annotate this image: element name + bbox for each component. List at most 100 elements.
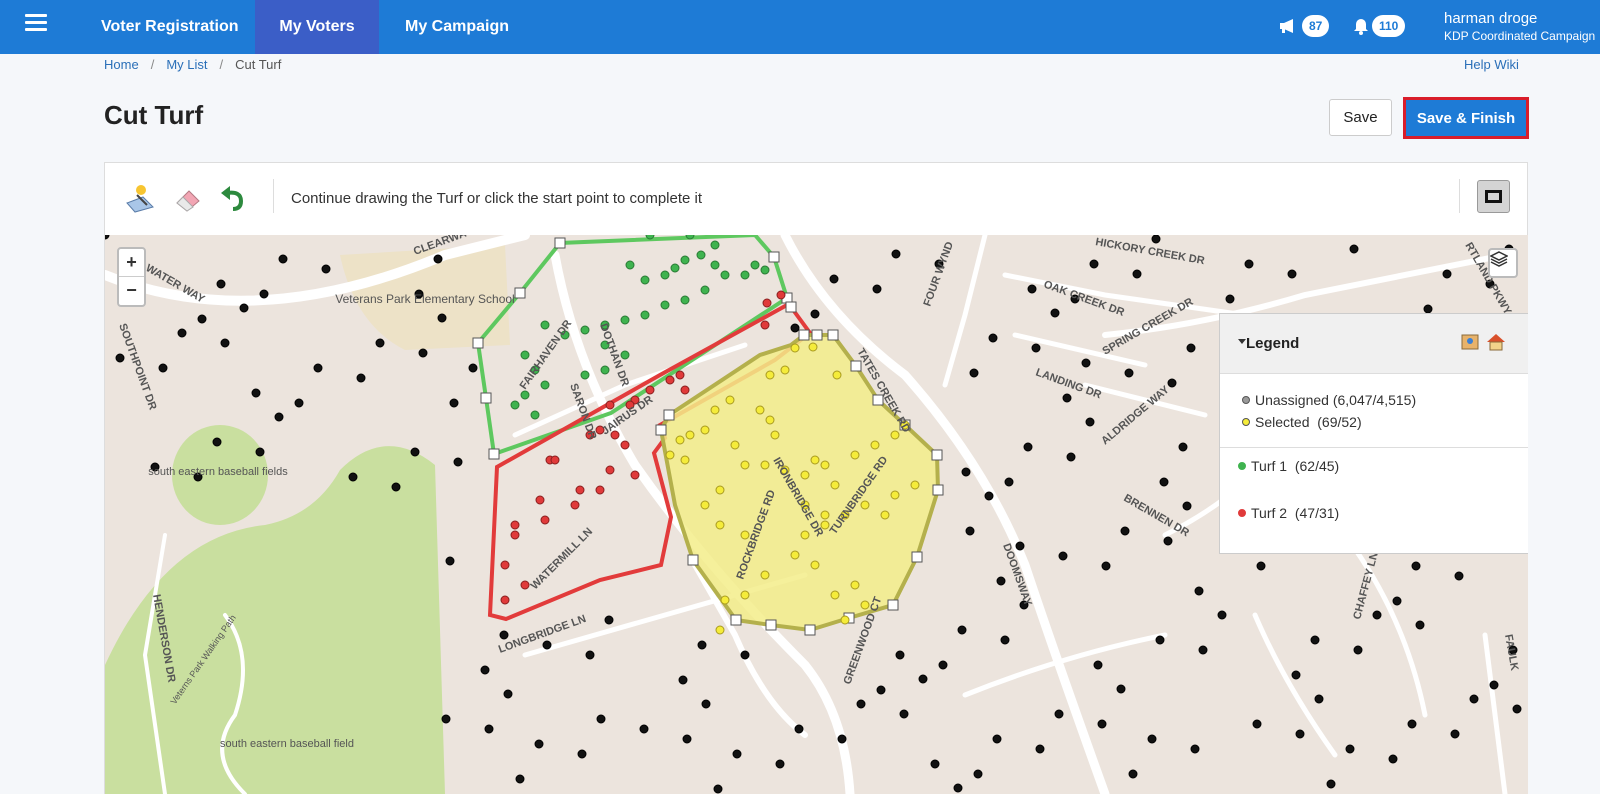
voter-marker[interactable]: [682, 734, 692, 744]
voter-marker[interactable]: [1163, 536, 1173, 546]
voter-marker[interactable]: [1004, 477, 1014, 487]
voter-marker[interactable]: [1423, 304, 1433, 314]
voter-marker[interactable]: [540, 320, 550, 330]
voter-marker[interactable]: [1489, 680, 1499, 690]
voter-marker[interactable]: [730, 440, 740, 450]
voter-marker[interactable]: [715, 485, 725, 495]
voter-marker[interactable]: [1050, 308, 1060, 318]
voter-marker[interactable]: [830, 590, 840, 600]
legend-item-selected[interactable]: Selected (69/52): [1242, 414, 1362, 430]
voter-marker[interactable]: [1372, 610, 1382, 620]
voter-marker[interactable]: [850, 580, 860, 590]
turf-vertex-handle[interactable]: [514, 287, 526, 299]
voter-marker[interactable]: [1015, 541, 1025, 551]
voter-marker[interactable]: [685, 430, 695, 440]
voter-marker[interactable]: [740, 650, 750, 660]
voter-marker[interactable]: [580, 325, 590, 335]
voter-marker[interactable]: [1035, 744, 1045, 754]
voter-marker[interactable]: [740, 590, 750, 600]
voter-marker[interactable]: [800, 530, 810, 540]
voter-marker[interactable]: [918, 674, 928, 684]
voter-marker[interactable]: [969, 368, 979, 378]
voter-marker[interactable]: [1349, 244, 1359, 254]
voter-marker[interactable]: [720, 270, 730, 280]
voter-marker[interactable]: [670, 263, 680, 273]
voter-marker[interactable]: [891, 249, 901, 259]
voter-marker[interactable]: [1326, 779, 1336, 789]
voter-marker[interactable]: [1186, 343, 1196, 353]
voter-marker[interactable]: [468, 363, 478, 373]
voter-marker[interactable]: [1194, 586, 1204, 596]
voter-marker[interactable]: [1291, 670, 1301, 680]
voter-marker[interactable]: [1116, 684, 1126, 694]
eraser-icon[interactable]: [171, 181, 205, 215]
turf-vertex-handle[interactable]: [798, 329, 810, 341]
voter-marker[interactable]: [510, 520, 520, 530]
voter-marker[interactable]: [713, 784, 723, 794]
voter-marker[interactable]: [988, 333, 998, 343]
nav-my-voters[interactable]: My Voters: [255, 0, 379, 54]
voter-marker[interactable]: [313, 363, 323, 373]
voter-marker[interactable]: [278, 254, 288, 264]
voter-marker[interactable]: [996, 576, 1006, 586]
voter-marker[interactable]: [1147, 734, 1157, 744]
zoom-out-button[interactable]: −: [119, 277, 144, 305]
turf-vertex-handle[interactable]: [887, 599, 899, 611]
turf-vertex-handle[interactable]: [911, 551, 923, 563]
voter-marker[interactable]: [441, 714, 451, 724]
voter-marker[interactable]: [840, 615, 850, 625]
help-wiki-link[interactable]: Help Wiki: [1464, 57, 1519, 72]
voter-marker[interactable]: [790, 323, 800, 333]
voter-marker[interactable]: [453, 457, 463, 467]
voter-marker[interactable]: [780, 365, 790, 375]
voter-marker[interactable]: [480, 665, 490, 675]
voter-marker[interactable]: [765, 370, 775, 380]
voter-marker[interactable]: [750, 260, 760, 270]
voter-marker[interactable]: [1089, 259, 1099, 269]
voter-marker[interactable]: [740, 270, 750, 280]
turf-vertex-handle[interactable]: [804, 624, 816, 636]
user-menu[interactable]: harman droge KDP Coordinated Campaign: [1444, 10, 1595, 43]
voter-marker[interactable]: [375, 338, 385, 348]
voter-marker[interactable]: [595, 485, 605, 495]
voter-marker[interactable]: [239, 303, 249, 313]
voter-marker[interactable]: [700, 500, 710, 510]
voter-marker[interactable]: [348, 472, 358, 482]
voter-marker[interactable]: [294, 398, 304, 408]
voter-marker[interactable]: [437, 313, 447, 323]
voter-marker[interactable]: [675, 370, 685, 380]
voter-marker[interactable]: [540, 515, 550, 525]
voter-marker[interactable]: [630, 470, 640, 480]
voter-marker[interactable]: [391, 482, 401, 492]
voter-marker[interactable]: [790, 550, 800, 560]
voter-marker[interactable]: [418, 348, 428, 358]
voter-marker[interactable]: [542, 640, 552, 650]
voter-marker[interactable]: [660, 300, 670, 310]
voter-marker[interactable]: [503, 689, 513, 699]
voter-marker[interactable]: [810, 560, 820, 570]
voter-marker[interactable]: [697, 640, 707, 650]
voter-marker[interactable]: [890, 490, 900, 500]
nav-voter-registration[interactable]: Voter Registration: [75, 0, 265, 54]
voter-marker[interactable]: [1225, 294, 1235, 304]
voter-marker[interactable]: [530, 410, 540, 420]
voter-marker[interactable]: [965, 526, 975, 536]
voter-marker[interactable]: [930, 759, 940, 769]
voter-marker[interactable]: [850, 450, 860, 460]
hamburger-menu-icon[interactable]: [25, 14, 47, 32]
voter-marker[interactable]: [520, 350, 530, 360]
notifications-button[interactable]: 110: [1353, 14, 1406, 38]
voter-marker[interactable]: [1167, 378, 1177, 388]
voter-marker[interactable]: [760, 570, 770, 580]
voter-marker[interactable]: [830, 480, 840, 490]
voter-marker[interactable]: [1450, 729, 1460, 739]
voter-marker[interactable]: [760, 320, 770, 330]
turf-vertex-handle[interactable]: [931, 449, 943, 461]
voter-marker[interactable]: [810, 455, 820, 465]
turf-vertex-handle[interactable]: [811, 329, 823, 341]
voter-marker[interactable]: [775, 759, 785, 769]
draw-turf-icon[interactable]: [123, 181, 157, 215]
turf-vertex-handle[interactable]: [655, 424, 667, 436]
voter-marker[interactable]: [957, 625, 967, 635]
legend-header[interactable]: Legend: [1220, 314, 1528, 374]
